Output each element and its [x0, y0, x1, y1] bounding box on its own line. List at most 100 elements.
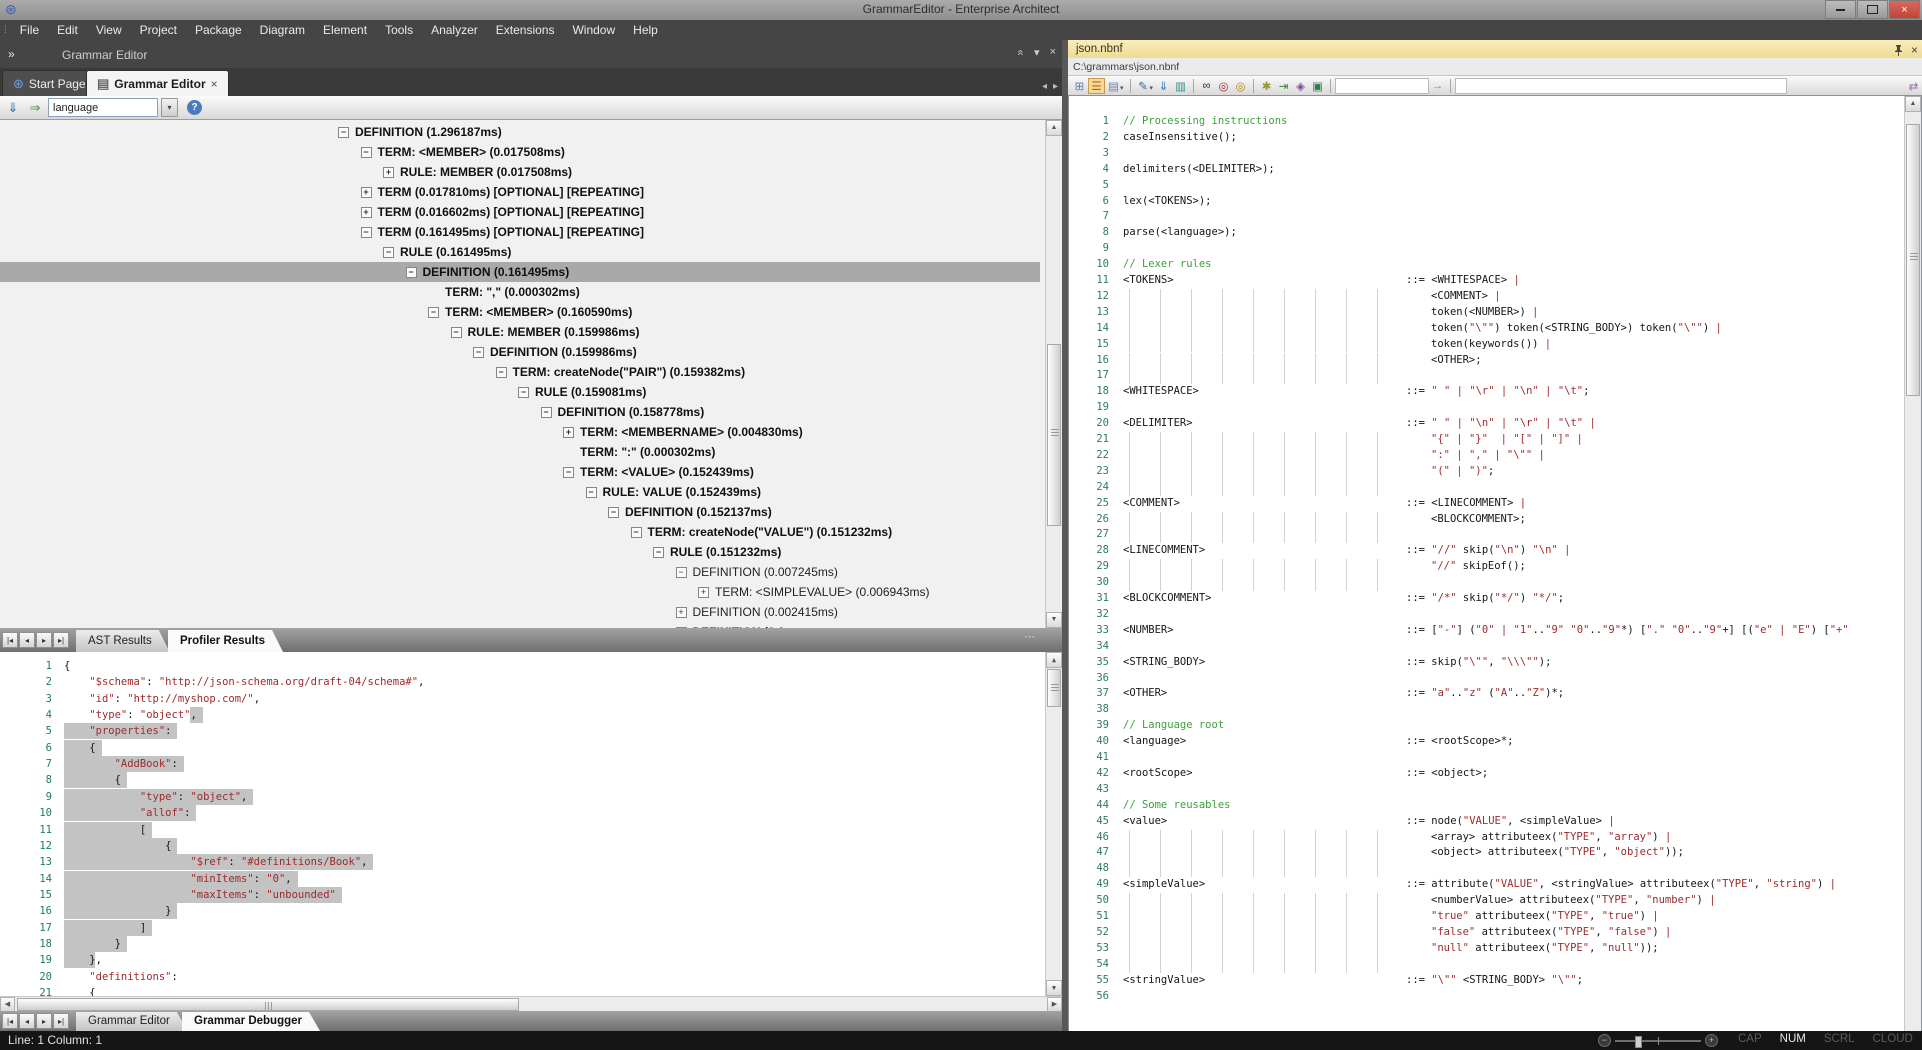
scroll-down-icon[interactable]: ▼	[1046, 980, 1062, 996]
tree-row[interactable]: −TERM: <MEMBER> (0.160590ms)	[428, 302, 632, 322]
panel-menu-icon[interactable]: ▾	[1034, 46, 1040, 59]
grammar-code-line[interactable]: 27	[1069, 527, 1889, 543]
nav-first-icon[interactable]: |◂	[2, 1013, 18, 1029]
json-horizontal-scrollbar[interactable]: ◀ ▶	[0, 996, 1062, 1012]
json-code-line[interactable]: 21 {	[0, 985, 1040, 996]
tab-grammar-editor-bottom[interactable]: Grammar Editor	[76, 1012, 188, 1031]
grammar-code-line[interactable]: 23"(" | ")";	[1069, 464, 1889, 480]
json-code-line[interactable]: 10 "allof":	[0, 805, 1040, 821]
tree-expander-icon[interactable]: −	[451, 327, 462, 338]
tree-expander-icon[interactable]: −	[361, 147, 372, 158]
grammar-code-line[interactable]: 30	[1069, 575, 1889, 591]
json-code-line[interactable]: 19 },	[0, 952, 1040, 968]
nav-prev-icon[interactable]: ◂	[19, 1013, 35, 1029]
tree-expander-icon[interactable]: +	[383, 167, 394, 178]
json-code-line[interactable]: 17 ]	[0, 920, 1040, 936]
go-icon[interactable]: →	[1429, 78, 1446, 94]
tree-expander-icon[interactable]: −	[541, 407, 552, 418]
status-toggle-num[interactable]: NUM	[1780, 1033, 1806, 1045]
grammar-code-line[interactable]: 49<simpleValue>::= attribute("VALUE", <s…	[1069, 877, 1889, 893]
language-combobox[interactable]: language	[48, 98, 158, 117]
tree-expander-icon[interactable]: −	[631, 527, 642, 538]
json-code-line[interactable]: 14 "minItems": "0",	[0, 871, 1040, 887]
status-toggle-cloud[interactable]: CLOUD	[1873, 1033, 1913, 1045]
run-parser-button[interactable]: ⇒	[26, 99, 44, 117]
json-code-line[interactable]: 8 {	[0, 772, 1040, 788]
grammar-code-line[interactable]: 25<COMMENT>::= <LINECOMMENT> |	[1069, 496, 1889, 512]
tree-row[interactable]: −RULE: VALUE (0.152439ms)	[586, 482, 762, 502]
tab-grammar-editor[interactable]: ▤ Grammar Editor ×	[86, 70, 229, 96]
grammar-code-line[interactable]: 9	[1069, 241, 1889, 257]
zoom-track[interactable]	[1615, 1040, 1701, 1042]
quick-input[interactable]	[1335, 78, 1429, 94]
grammar-code-line[interactable]: 12<COMMENT> |	[1069, 289, 1889, 305]
file-tab-bar[interactable]: json.nbnf ×	[1068, 40, 1922, 58]
tree-row[interactable]: −RULE: MEMBER (0.159986ms)	[451, 322, 640, 342]
tree-expander-icon[interactable]: −	[586, 487, 597, 498]
import-grammar-button[interactable]: ⇓	[4, 99, 22, 117]
tree-expander-icon[interactable]: +	[361, 187, 372, 198]
nav-last-icon[interactable]: ▸|	[53, 632, 69, 648]
grammar-code-line[interactable]: 31<BLOCKCOMMENT>::= "/*" skip("*/") "*/"…	[1069, 591, 1889, 607]
scrollbar-thumb[interactable]	[1047, 669, 1061, 707]
tree-row[interactable]: −DEFINITION (0.152137ms)	[608, 502, 772, 522]
json-code-line[interactable]: 12 {	[0, 838, 1040, 854]
grammar-code-line[interactable]: 54	[1069, 957, 1889, 973]
grammar-code-editor[interactable]: 1// Processing instructions2caseInsensit…	[1068, 95, 1922, 1050]
grammar-code-line[interactable]: 16<OTHER>;	[1069, 353, 1889, 369]
grammar-code-line[interactable]: 41	[1069, 750, 1889, 766]
menu-item-project[interactable]: Project	[131, 21, 186, 39]
file-close-icon[interactable]: ×	[1911, 41, 1918, 59]
tree-row[interactable]: +TERM (0.016602ms) [OPTIONAL] [REPEATING…	[361, 202, 644, 222]
json-code-line[interactable]: 6 {	[0, 740, 1040, 756]
tree-row[interactable]: +DEFINITION (0.002415ms)	[676, 602, 838, 622]
grammar-code-line[interactable]: 8parse(<language>);	[1069, 225, 1889, 241]
nav-next-icon[interactable]: ▸	[36, 632, 52, 648]
grammar-code-line[interactable]: 44// Some reusables	[1069, 798, 1889, 814]
json-code-line[interactable]: 4 "type": "object",	[0, 707, 1040, 723]
tree-expander-icon[interactable]: −	[496, 367, 507, 378]
tree-row[interactable]: −RULE (0.159081ms)	[518, 382, 646, 402]
scroll-up-icon[interactable]: ▲	[1046, 120, 1062, 136]
grammar-code-line[interactable]: 11<TOKENS>::= <WHITESPACE> |	[1069, 273, 1889, 289]
import-file-icon[interactable]: ⇓	[1155, 78, 1172, 94]
tab-scroll-left-icon[interactable]: ◂	[1042, 81, 1047, 92]
edit-icon[interactable]: ✎	[1135, 78, 1152, 94]
tree-expander-icon[interactable]: −	[383, 247, 394, 258]
scrollbar-thumb[interactable]	[1047, 344, 1061, 526]
menu-item-file[interactable]: File	[11, 21, 48, 39]
status-toggle-cap[interactable]: CAP	[1738, 1033, 1762, 1045]
scroll-down-icon[interactable]: ▼	[1046, 612, 1062, 628]
menu-item-tools[interactable]: Tools	[376, 21, 422, 39]
tree-row[interactable]: −DEFINITION (1.296187ms)	[338, 122, 502, 142]
grammar-code-line[interactable]: 45<value>::= node("VALUE", <simpleValue>…	[1069, 814, 1889, 830]
tree-row[interactable]: −DEFINITION (0.158778ms)	[541, 402, 705, 422]
menu-item-window[interactable]: Window	[563, 21, 624, 39]
json-code-line[interactable]: 16 }	[0, 903, 1040, 919]
tree-row[interactable]: −DEFINITION (0.161495ms)	[0, 262, 1040, 282]
grammar-code-line[interactable]: 22":" | "," | "\"" |	[1069, 448, 1889, 464]
tab-ast-results[interactable]: AST Results	[76, 630, 170, 652]
tree-row[interactable]: TERM: "," (0.000302ms)	[428, 282, 580, 302]
zoom-in-icon[interactable]: +	[1705, 1034, 1718, 1047]
grammar-code-line[interactable]: 15token(keywords()) |	[1069, 337, 1889, 353]
combobox-caret-icon[interactable]: ▾	[161, 98, 178, 117]
json-code-line[interactable]: 2 "$schema": "http://json-schema.org/dra…	[0, 674, 1040, 690]
json-code-line[interactable]: 11 [	[0, 822, 1040, 838]
settings-icon[interactable]: ✱	[1258, 78, 1275, 94]
tree-row[interactable]: −TERM: <VALUE> (0.152439ms)	[563, 462, 754, 482]
json-code-line[interactable]: 3 "id": "http://myshop.com/",	[0, 691, 1040, 707]
grammar-code-line[interactable]: 6lex(<TOKENS>);	[1069, 194, 1889, 210]
close-button[interactable]: ×	[1889, 0, 1920, 19]
tree-expander-icon[interactable]: +	[563, 427, 574, 438]
scroll-right-icon[interactable]: ▶	[1047, 997, 1062, 1012]
tree-expander-icon[interactable]: −	[608, 507, 619, 518]
panel-close-icon[interactable]: ×	[1050, 46, 1056, 59]
grammar-code-line[interactable]: 55<stringValue>::= "\"" <STRING_BODY> "\…	[1069, 973, 1889, 989]
transfer-icon[interactable]: ⇄	[1905, 78, 1922, 94]
tree-row[interactable]: −RULE (0.151232ms)	[653, 542, 781, 562]
menu-item-analyzer[interactable]: Analyzer	[422, 21, 487, 39]
grammar-code-line[interactable]: 5	[1069, 178, 1889, 194]
grammar-code-line[interactable]: 35<STRING_BODY>::= skip("\"", "\\\"");	[1069, 655, 1889, 671]
tree-expander-icon[interactable]: +	[676, 607, 687, 618]
